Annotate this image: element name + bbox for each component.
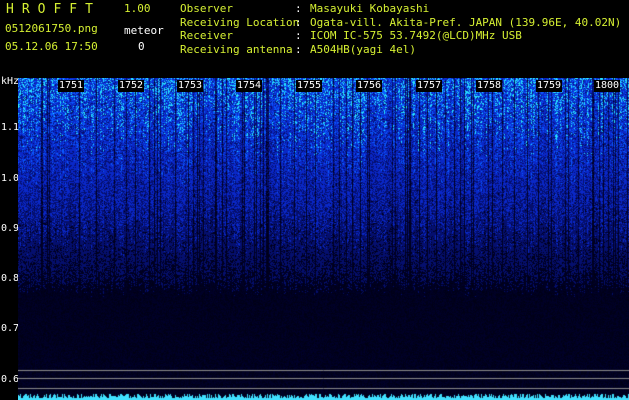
axis-tick: 0.9 xyxy=(1,223,20,234)
info-key: Receiving Location xyxy=(180,15,300,29)
axis-tick: 1.1 xyxy=(1,122,20,133)
minute-marker: 1759 xyxy=(536,80,563,92)
minute-marker: 1753 xyxy=(177,80,204,92)
minute-marker: 1752 xyxy=(118,80,145,92)
axis-tick: 0.7 xyxy=(1,323,20,334)
info-row-antenna: Receiving antenna: A504HB(yagi 4el) xyxy=(180,42,416,56)
frequency-axis: kHz 1.1 1.0 0.9 0.8 0.7 0.6 xyxy=(0,76,20,400)
minute-marker: 1800 xyxy=(594,80,621,92)
header-panel: HROFFT 1.00 0512061750.png meteor 05.12.… xyxy=(0,0,629,78)
minute-marker: 1758 xyxy=(476,80,503,92)
app-title: HROFFT xyxy=(6,2,101,17)
spectrogram-canvas[interactable] xyxy=(18,78,629,400)
info-value: Masayuki Kobayashi xyxy=(310,2,430,15)
file-name: 0512061750.png xyxy=(5,22,98,35)
info-key: Receiver xyxy=(180,29,233,42)
info-value: ICOM IC-575 53.7492(@LCD)MHz USB xyxy=(310,29,522,42)
minute-marker: 1754 xyxy=(236,80,263,92)
minute-marker: 1751 xyxy=(58,80,85,92)
info-row-location: Receiving Location: Ogata-vill. Akita-Pre… xyxy=(180,15,622,29)
info-row-receiver: Receiver: ICOM IC-575 53.7492(@LCD)MHz US… xyxy=(180,29,522,42)
app-version: 1.00 xyxy=(124,2,151,15)
file-datetime: 05.12.06 17:50 xyxy=(5,40,98,53)
axis-unit-label: kHz xyxy=(1,76,20,87)
info-key: Receiving antenna xyxy=(180,42,293,56)
info-value: Ogata-vill. Akita-Pref. JAPAN (139.96E, … xyxy=(310,15,622,29)
spectrogram[interactable] xyxy=(18,78,629,400)
minute-marker: 1756 xyxy=(356,80,383,92)
info-row-observer: Observer: Masayuki Kobayashi xyxy=(180,2,430,15)
minute-marker: 1755 xyxy=(296,80,323,92)
info-value: A504HB(yagi 4el) xyxy=(310,42,416,56)
meteor-label: meteor xyxy=(124,24,164,37)
axis-tick: 0.8 xyxy=(1,273,20,284)
info-key: Observer xyxy=(180,2,233,15)
meteor-count: 0 xyxy=(138,40,145,53)
station-info: Observer: Masayuki Kobayashi Receiving Lo… xyxy=(180,2,621,56)
axis-tick: 1.0 xyxy=(1,173,20,184)
minute-marker: 1757 xyxy=(416,80,443,92)
axis-tick: 0.6 xyxy=(1,374,20,385)
